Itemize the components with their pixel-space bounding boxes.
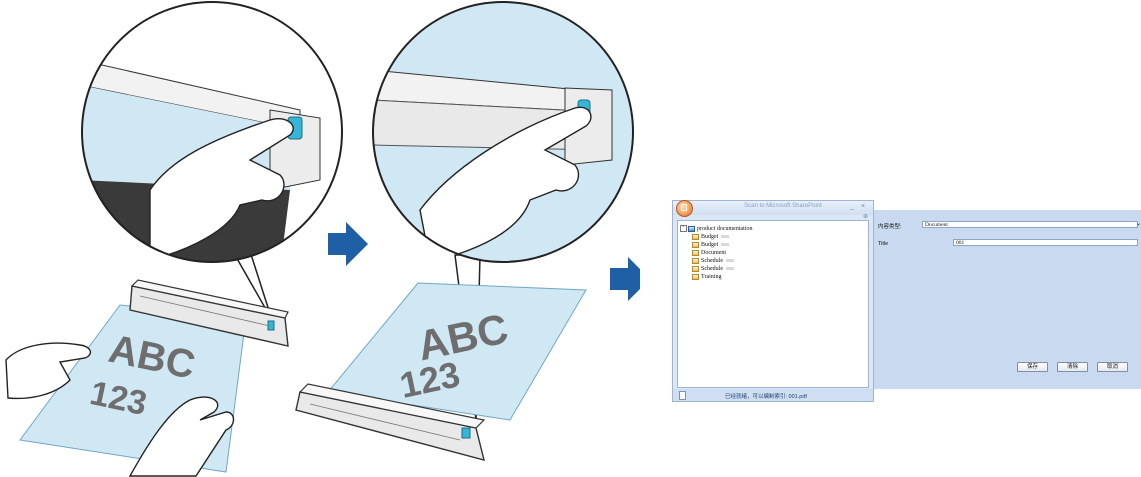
tree-item-label: Budget — [701, 234, 719, 240]
properties-panel: 内容类型: Document ⌄ Title 001 保存 清除 取消 — [874, 210, 1141, 389]
arrow-2 — [610, 257, 640, 301]
folder-icon — [692, 273, 699, 280]
save-button[interactable]: 保存 — [1017, 362, 1048, 372]
tree-item[interactable]: Budget — [692, 233, 730, 241]
folder-icon — [692, 241, 699, 248]
minimize-button[interactable]: _ — [850, 203, 854, 211]
title-bar[interactable]: Scan to Microsoft SharePoint _ × — [673, 200, 873, 217]
folder-icon — [692, 257, 699, 264]
folder-icon — [692, 265, 699, 272]
title-label: Title — [878, 241, 889, 247]
tree-item-label: Budget — [701, 242, 719, 248]
tree-item-label: Document — [701, 250, 726, 256]
site-icon — [688, 225, 695, 232]
status-text: 已经就绪，可以编制索引: 001.pdf — [725, 394, 807, 400]
clear-button[interactable]: 清除 — [1057, 362, 1088, 372]
arrow-1 — [328, 222, 368, 266]
document-icon — [679, 391, 686, 400]
tree-root-label: product documentation — [697, 226, 753, 232]
close-button[interactable]: × — [861, 203, 865, 211]
tree-root[interactable]: - product documentation — [680, 225, 753, 233]
window-title: Scan to Microsoft SharePoint — [744, 203, 822, 209]
title-input[interactable]: 001 — [953, 239, 1138, 246]
tree-item-label: Schedule — [701, 266, 723, 272]
tree-item[interactable]: Training — [692, 273, 721, 281]
tree-item[interactable]: Document — [692, 249, 726, 257]
tree-item[interactable]: Schedule — [692, 265, 734, 273]
sharepoint-window: Scan to Microsoft SharePoint _ × ⊕ - prod… — [672, 200, 874, 402]
tree-item[interactable]: Schedule — [692, 257, 734, 265]
expand-icon[interactable]: - — [680, 225, 687, 233]
scan-illustration: ABC 123 ABC 123 — [5, 1, 640, 477]
app-icon — [676, 200, 693, 217]
content-type-label: 内容类型: — [878, 224, 902, 230]
content-type-value: Document — [925, 222, 948, 228]
folder-tree[interactable]: - product documentation Budget Budget Doc… — [677, 220, 869, 388]
folder-icon — [692, 233, 699, 240]
tree-item-label: Training — [701, 274, 722, 280]
tree-item-label: Schedule — [701, 258, 723, 264]
chevron-down-icon[interactable]: ⌄ — [1136, 221, 1141, 227]
cancel-button[interactable]: 取消 — [1097, 362, 1128, 372]
content-type-select[interactable]: Document ⌄ — [922, 221, 1141, 228]
status-bar: 已经就绪，可以编制索引: 001.pdf — [673, 389, 873, 401]
tree-item[interactable]: Budget — [692, 241, 730, 249]
folder-icon — [692, 249, 699, 256]
